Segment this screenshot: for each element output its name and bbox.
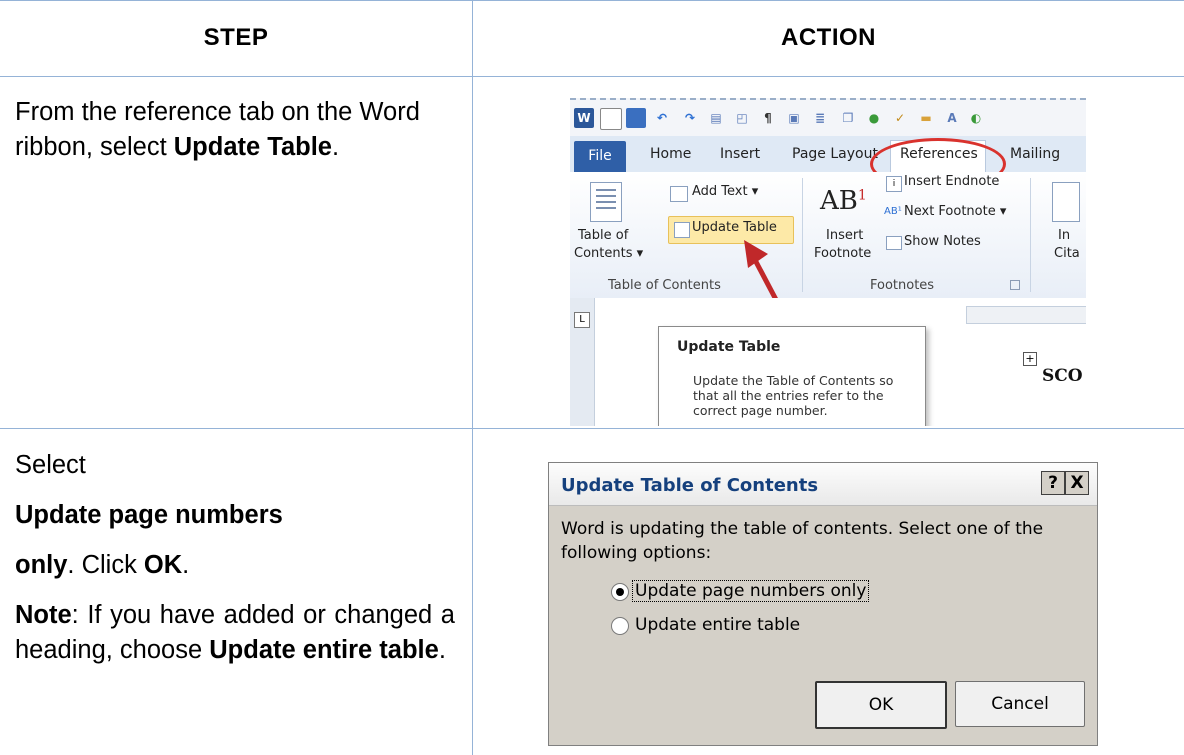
contents-text: Contents bbox=[574, 246, 633, 261]
show-notes-button[interactable]: Show Notes bbox=[904, 234, 981, 249]
new-doc-icon[interactable] bbox=[600, 108, 622, 130]
footnote-label[interactable]: Footnote bbox=[814, 246, 871, 261]
add-text-button[interactable]: Add Text ▾ bbox=[692, 184, 758, 199]
step-2-note: Note: If you have added or changed a hea… bbox=[15, 598, 455, 668]
table-move-handle-icon[interactable]: + bbox=[1023, 352, 1037, 366]
option-entire-table-label[interactable]: Update entire table bbox=[633, 615, 802, 635]
step-2-bold-line1: Update page numbers bbox=[15, 501, 283, 529]
undo-icon[interactable]: ↶ bbox=[652, 108, 672, 128]
help-button[interactable]: ? bbox=[1041, 471, 1065, 495]
dialog-title: Update Table of Contents bbox=[561, 475, 819, 496]
row-divider bbox=[0, 428, 1184, 429]
cancel-button[interactable]: Cancel bbox=[955, 681, 1085, 727]
insert-citation-label-cut[interactable]: In bbox=[1058, 228, 1070, 243]
tooltip-body: Update the Table of Contents so that all… bbox=[693, 373, 894, 418]
group-separator-2 bbox=[1030, 178, 1031, 292]
tooltip-title: Update Table bbox=[677, 339, 781, 355]
redo-icon[interactable]: ↷ bbox=[680, 108, 700, 128]
update-table-tooltip: Update Table Update the Table of Content… bbox=[658, 326, 926, 426]
step-1-text: From the reference tab on the Word ribbo… bbox=[15, 95, 425, 165]
radio-page-numbers[interactable] bbox=[611, 583, 629, 601]
step-1-bold: Update Table bbox=[173, 133, 332, 161]
step-2-text: Select Update page numbers only. Click O… bbox=[15, 448, 455, 668]
add-text-icon bbox=[670, 186, 688, 202]
group-footnotes-label: Footnotes bbox=[870, 278, 935, 293]
document-text: SCO bbox=[1042, 366, 1083, 386]
update-toc-dialog: Update Table of Contents ? X Word is upd… bbox=[548, 462, 1098, 746]
copy-icon[interactable]: ❐ bbox=[838, 108, 858, 128]
vertical-ruler: L bbox=[570, 298, 595, 426]
step-2-click: . Click bbox=[67, 551, 144, 579]
table-of-label[interactable]: Table of bbox=[578, 228, 628, 243]
ab-text: AB bbox=[820, 186, 858, 216]
step-1-period: . bbox=[331, 133, 340, 161]
insert-label[interactable]: Insert bbox=[826, 228, 863, 243]
insert-endnote-icon: i bbox=[886, 176, 902, 192]
insert-endnote-button[interactable]: Insert Endnote bbox=[904, 174, 999, 189]
quick-access-toolbar: W ↶ ↷ ▤ ◰ ¶ ▣ ≣ ❐ ● ✓ ▬ A ◐ bbox=[570, 98, 1086, 138]
circle-icon[interactable]: ◐ bbox=[966, 108, 986, 128]
show-notes-icon bbox=[886, 236, 902, 250]
save-icon[interactable] bbox=[626, 108, 646, 128]
contents-label[interactable]: Contents ▾ bbox=[574, 246, 643, 261]
add-text-label: Add Text bbox=[692, 184, 748, 199]
list-icon[interactable]: ≣ bbox=[810, 108, 830, 128]
option-page-numbers-label[interactable]: Update page numbers only bbox=[631, 580, 870, 602]
option-update-page-numbers[interactable]: Update page numbers only bbox=[611, 580, 911, 603]
tab-home[interactable]: Home bbox=[650, 146, 691, 162]
header-step: STEP bbox=[203, 24, 269, 51]
tab-insert[interactable]: Insert bbox=[720, 146, 760, 162]
ribbon-tabs: File Home Insert Page Layout References … bbox=[570, 136, 1086, 173]
option-update-entire-table[interactable]: Update entire table bbox=[611, 615, 911, 637]
paste-icon[interactable]: ▣ bbox=[784, 108, 804, 128]
ok-button[interactable]: OK bbox=[815, 681, 947, 729]
group-toc-label: Table of Contents bbox=[608, 278, 721, 293]
header-divider bbox=[0, 76, 1184, 77]
header-action: ACTION bbox=[781, 24, 876, 51]
print-preview-icon[interactable]: ▤ bbox=[706, 108, 726, 128]
citation-label-cut[interactable]: Cita bbox=[1054, 246, 1080, 261]
column-divider bbox=[472, 0, 473, 755]
table-of-contents-icon[interactable] bbox=[590, 182, 622, 222]
step-2-option-line1: Update page numbers bbox=[15, 498, 455, 533]
dialog-titlebar: Update Table of Contents ? X bbox=[549, 463, 1097, 506]
step-2-select: Select bbox=[15, 451, 86, 479]
dialog-message: Word is updating the table of contents. … bbox=[561, 519, 1044, 563]
tab-file[interactable]: File bbox=[574, 141, 626, 172]
step-2-option-line2: only. Click OK. bbox=[15, 548, 455, 583]
tab-selector-icon[interactable]: L bbox=[574, 312, 590, 328]
horizontal-ruler bbox=[966, 306, 1086, 324]
spell-icon[interactable]: ✓ bbox=[890, 108, 910, 128]
next-footnote-label: Next Footnote bbox=[904, 204, 996, 219]
tab-mailings[interactable]: Mailing bbox=[1010, 146, 1060, 162]
insert-citation-icon[interactable] bbox=[1052, 182, 1080, 222]
find-icon[interactable]: A bbox=[942, 108, 962, 128]
pilcrow-icon[interactable]: ¶ bbox=[758, 108, 778, 128]
close-button[interactable]: X bbox=[1065, 471, 1089, 495]
update-table-button[interactable]: Update Table bbox=[692, 220, 777, 235]
ribbon-screenshot: W ↶ ↷ ▤ ◰ ¶ ▣ ≣ ❐ ● ✓ ▬ A ◐ File Home In… bbox=[570, 98, 1086, 426]
tab-page-layout[interactable]: Page Layout bbox=[792, 146, 878, 162]
note-period: . bbox=[438, 636, 446, 664]
word-logo-icon: W bbox=[574, 108, 594, 128]
users-icon[interactable]: ● bbox=[864, 108, 884, 128]
folder-icon[interactable]: ▬ bbox=[916, 108, 936, 128]
step-2-ok-period: . bbox=[182, 551, 190, 579]
step-2-bold-line2: only bbox=[15, 551, 68, 579]
ribbon-panel: Table of Contents ▾ Add Text ▾ Update Ta… bbox=[570, 172, 1086, 299]
next-footnote-button[interactable]: Next Footnote ▾ bbox=[904, 204, 1006, 219]
step-2-ok: OK bbox=[143, 551, 183, 579]
update-table-icon bbox=[674, 222, 690, 238]
note-label: Note bbox=[15, 601, 72, 629]
note-bold: Update entire table bbox=[209, 636, 439, 664]
next-footnote-icon: AB¹ bbox=[884, 206, 902, 217]
dialog-launcher-icon[interactable] bbox=[1010, 280, 1020, 290]
insert-footnote-icon[interactable]: AB1 bbox=[820, 186, 867, 216]
zoom-icon[interactable]: ◰ bbox=[732, 108, 752, 128]
radio-entire-table[interactable] bbox=[611, 617, 629, 635]
